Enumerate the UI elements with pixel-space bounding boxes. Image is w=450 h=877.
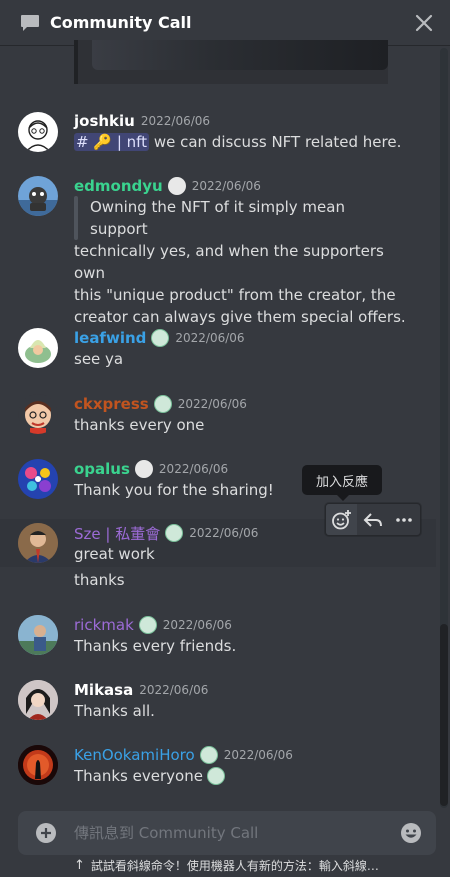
timestamp: 2022/06/06 xyxy=(177,397,247,411)
timestamp: 2022/06/06 xyxy=(223,748,293,762)
message-kenookamihoro: KenOokamiHoro 2022/06/06 Thanks everyone xyxy=(0,741,436,795)
message-mikasa: Mikasa 2022/06/06 Thanks all. xyxy=(0,676,436,730)
username[interactable]: joshkiu xyxy=(74,112,135,130)
avatar[interactable] xyxy=(18,523,58,563)
timestamp: 2022/06/06 xyxy=(175,331,245,345)
quote-text: Owning the NFT of it simply mean support xyxy=(90,198,345,238)
code-screenshot-image[interactable] xyxy=(92,40,388,70)
embed-image-preview[interactable] xyxy=(74,40,388,84)
add-reaction-button[interactable] xyxy=(326,504,358,535)
thread-icon xyxy=(21,14,39,31)
message-text: see ya xyxy=(74,350,124,368)
avatar[interactable] xyxy=(18,328,58,368)
avatar[interactable] xyxy=(18,394,58,434)
close-icon[interactable] xyxy=(414,13,434,33)
role-badge-icon xyxy=(165,524,184,542)
message-actions-toolbar xyxy=(325,503,421,536)
thread-title: Community Call xyxy=(50,13,192,32)
message-text-followup: thanks xyxy=(74,571,125,589)
timestamp: 2022/06/06 xyxy=(191,179,261,193)
username[interactable]: rickmak xyxy=(74,616,134,634)
message-text: Thanks everyone xyxy=(74,765,414,787)
slash-command-hint[interactable]: ↑ 試試看斜線命令！使用機器人有新的方法：輸入斜線… xyxy=(74,857,379,874)
message-text: thanks every one xyxy=(74,416,205,434)
reply-button[interactable] xyxy=(357,504,388,535)
role-badge-icon xyxy=(199,746,218,764)
message-text: Thanks every friends. xyxy=(74,637,237,655)
role-badge-icon xyxy=(153,395,172,413)
username[interactable]: opalus xyxy=(74,460,130,478)
key-icon: 🔑 xyxy=(93,133,113,151)
username[interactable]: Sze | 私董會 xyxy=(74,523,160,544)
arrow-up-icon: ↑ xyxy=(74,858,85,873)
role-badge-icon xyxy=(134,460,153,478)
channel-mention[interactable]: # 🔑 | nft xyxy=(74,133,150,151)
avatar[interactable] xyxy=(18,615,58,655)
add-reaction-tooltip: 加入反應 xyxy=(302,465,382,501)
avatar[interactable] xyxy=(18,680,58,720)
custom-emoji-icon xyxy=(206,767,225,785)
role-badge-icon xyxy=(151,329,170,347)
role-badge-icon xyxy=(138,616,157,634)
message-text: great work xyxy=(74,545,155,563)
timestamp: 2022/06/06 xyxy=(189,526,259,540)
avatar[interactable] xyxy=(18,459,58,499)
more-icon xyxy=(396,517,413,522)
avatar[interactable] xyxy=(18,176,58,216)
timestamp: 2022/06/06 xyxy=(140,114,211,128)
message-ckxpress: ckxpress 2022/06/06 thanks every one xyxy=(0,390,436,444)
more-options-button[interactable] xyxy=(389,504,420,535)
username[interactable]: KenOokamiHoro xyxy=(74,746,195,764)
message-text: # 🔑 | nft we can discuss NFT related her… xyxy=(74,133,402,151)
username[interactable]: edmondyu xyxy=(74,177,163,195)
reply-icon xyxy=(363,512,382,527)
username[interactable]: ckxpress xyxy=(74,395,149,413)
scrollbar-thumb[interactable] xyxy=(440,624,448,806)
username[interactable]: Mikasa xyxy=(74,681,133,699)
quote-bar xyxy=(74,196,78,240)
message-rickmak: rickmak 2022/06/06 Thanks every friends. xyxy=(0,611,436,665)
message-leafwind: leafwind 2022/06/06 see ya xyxy=(0,324,436,378)
message-composer xyxy=(18,811,436,855)
hash-icon: # xyxy=(76,133,89,151)
timestamp: 2022/06/06 xyxy=(139,683,209,697)
message-joshkiu: joshkiu 2022/06/06 # 🔑 | nft we can disc… xyxy=(0,106,436,166)
role-badge-icon xyxy=(167,177,186,195)
timestamp: 2022/06/06 xyxy=(158,462,229,476)
message-input[interactable] xyxy=(72,823,400,843)
emoji-picker-icon[interactable] xyxy=(400,822,422,844)
message-text: technically yes, and when the supporters… xyxy=(74,242,406,326)
avatar[interactable] xyxy=(18,745,58,785)
attach-plus-icon[interactable] xyxy=(36,823,56,843)
username[interactable]: leafwind xyxy=(74,329,146,347)
add-reaction-icon xyxy=(331,509,351,529)
avatar[interactable] xyxy=(18,112,58,152)
timestamp: 2022/06/06 xyxy=(162,618,232,632)
message-edmondyu: edmondyu 2022/06/06 Owning the NFT of it… xyxy=(0,172,436,326)
message-text: Thanks all. xyxy=(74,702,155,720)
